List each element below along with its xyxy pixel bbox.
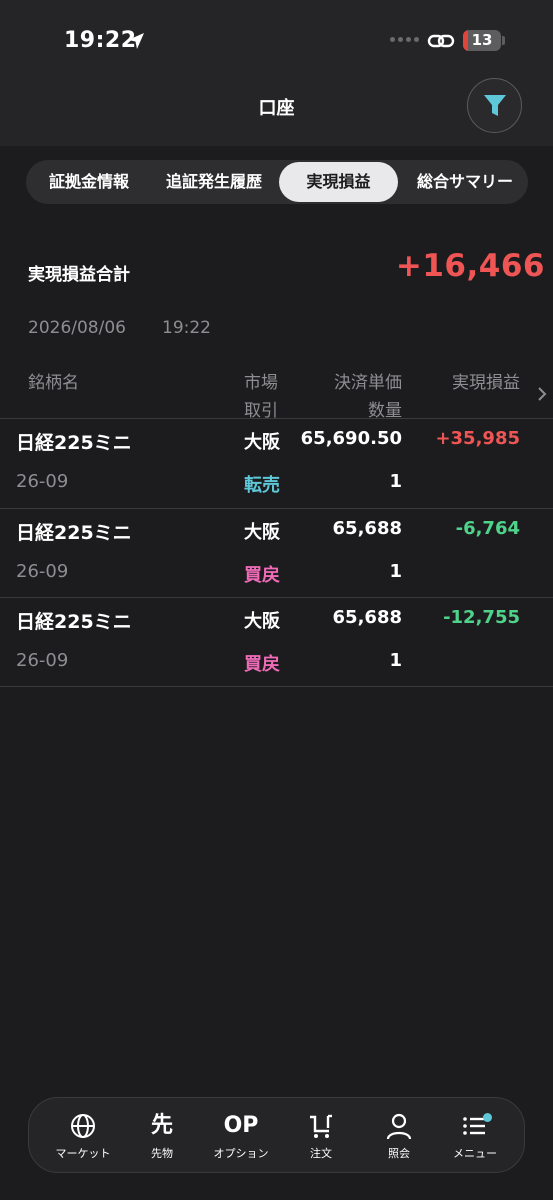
nav-label: 注文	[310, 1147, 332, 1160]
person-icon	[386, 1113, 412, 1140]
futures-icon: 先	[150, 1113, 173, 1138]
row-trade-type: 転売	[244, 475, 280, 496]
realized-pl-total-value: +16,466	[395, 248, 545, 284]
realized-pl-total-label: 実現損益合計	[28, 265, 130, 285]
summary-time: 19:22	[162, 318, 211, 338]
table-row[interactable]: 日経225ミニ 26-09 大阪 転売 65,690.50 1 +35,985	[0, 418, 553, 508]
table-row[interactable]: 日経225ミニ 26-09 大阪 買戻 65,688 1 -12,755	[0, 597, 553, 687]
header: 口座	[0, 78, 553, 146]
row-name: 日経225ミニ	[16, 432, 132, 454]
row-price: 65,688	[332, 607, 402, 628]
row-name: 日経225ミニ	[16, 522, 132, 544]
header-name: 銘柄名	[28, 373, 79, 393]
row-code: 26-09	[16, 650, 69, 671]
row-name: 日経225ミニ	[16, 611, 132, 633]
chevron-right-icon[interactable]	[536, 384, 548, 404]
tab-total-summary[interactable]: 総合サマリー	[404, 162, 526, 202]
table-bottom-divider	[0, 686, 553, 687]
tab-margin-info[interactable]: 証拠金情報	[32, 162, 146, 202]
tab-realized-pl[interactable]: 実現損益	[279, 162, 398, 202]
cart-icon	[310, 1114, 332, 1138]
row-code: 26-09	[16, 471, 69, 492]
header-market: 市場	[244, 373, 278, 393]
row-qty: 1	[389, 561, 402, 582]
bottom-nav: マーケット 先 先物 OP オプション 注文 照会 メニュー	[28, 1097, 525, 1173]
signal-dots-icon	[390, 37, 419, 42]
nav-menu[interactable]: メニュー	[437, 1098, 513, 1174]
options-icon: OP	[223, 1113, 259, 1138]
screen: 19:22 13 口座 証拠金情報 追証発生履歴 実現損益 総合サマリー 実現損…	[0, 0, 553, 1200]
tab-bar: 証拠金情報 追証発生履歴 実現損益 総合サマリー	[26, 160, 528, 204]
nav-futures[interactable]: 先 先物	[124, 1098, 200, 1174]
nav-market[interactable]: マーケット	[45, 1098, 121, 1174]
nav-label: マーケット	[55, 1147, 111, 1160]
row-code: 26-09	[16, 561, 69, 582]
nav-label: メニュー	[453, 1147, 497, 1160]
row-price: 65,688	[332, 518, 402, 539]
row-trade-type: 買戻	[244, 565, 280, 586]
header-price: 決済単価	[334, 373, 402, 393]
header-pl: 実現損益	[452, 373, 520, 393]
nav-inquiry[interactable]: 照会	[361, 1098, 437, 1174]
battery-cap	[502, 36, 505, 45]
row-trade-type: 買戻	[244, 654, 280, 675]
row-price: 65,690.50	[300, 428, 402, 449]
nav-label: 先物	[151, 1147, 173, 1160]
row-pl: -6,764	[455, 518, 520, 539]
nav-label: オプション	[213, 1147, 269, 1160]
row-market: 大阪	[244, 522, 280, 543]
row-qty: 1	[389, 650, 402, 671]
nav-order[interactable]: 注文	[283, 1098, 359, 1174]
table-row[interactable]: 日経225ミニ 26-09 大阪 買戻 65,688 1 -6,764	[0, 508, 553, 598]
location-arrow-icon	[128, 33, 144, 49]
globe-icon	[71, 1114, 95, 1138]
row-market: 大阪	[244, 611, 280, 632]
battery-level: 13	[471, 31, 493, 49]
nav-label: 照会	[388, 1147, 410, 1160]
nav-options[interactable]: OP オプション	[203, 1098, 279, 1174]
battery-icon: 13	[463, 30, 501, 51]
status-bar: 19:22 13	[0, 0, 553, 80]
row-market: 大阪	[244, 432, 280, 453]
link-icon	[427, 34, 455, 48]
row-pl: -12,755	[443, 607, 520, 628]
notification-dot	[483, 1113, 492, 1122]
filter-button[interactable]	[467, 78, 522, 133]
tab-margin-call-history[interactable]: 追証発生履歴	[152, 162, 276, 202]
filter-icon	[483, 94, 506, 116]
row-pl: +35,985	[435, 428, 520, 449]
summary-date: 2026/08/06	[28, 318, 126, 338]
row-qty: 1	[389, 471, 402, 492]
